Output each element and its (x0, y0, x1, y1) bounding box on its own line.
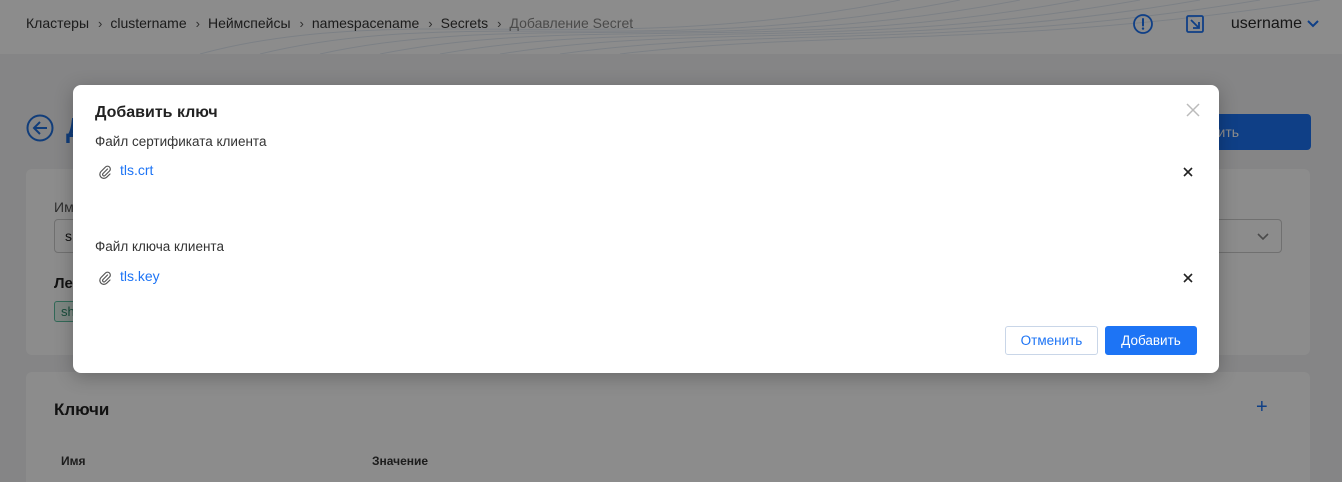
key-file-row: tls.key (98, 268, 1194, 290)
cert-file-link[interactable]: tls.crt (120, 162, 153, 178)
cert-file-label: Файл сертификата клиента (95, 134, 267, 149)
add-button[interactable]: Добавить (1105, 326, 1197, 355)
cancel-button[interactable]: Отменить (1005, 326, 1098, 355)
remove-file-icon[interactable] (1182, 272, 1194, 284)
close-icon[interactable] (1185, 102, 1201, 118)
paperclip-icon (99, 271, 111, 285)
key-file-label: Файл ключа клиента (95, 239, 224, 254)
remove-file-icon[interactable] (1182, 166, 1194, 178)
cert-file-row: tls.crt (98, 162, 1194, 184)
modal-title: Добавить ключ (95, 104, 218, 121)
key-file-link[interactable]: tls.key (120, 268, 160, 284)
paperclip-icon (99, 165, 111, 179)
add-key-modal: Добавить ключ Файл сертификата клиента t… (73, 85, 1219, 373)
